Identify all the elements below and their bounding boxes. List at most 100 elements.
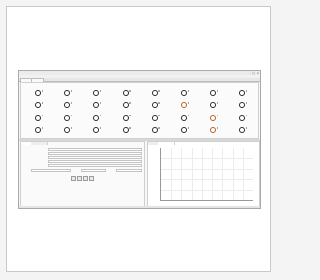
well-marker [99, 114, 102, 117]
well-marker [187, 127, 189, 129]
chart-gridline [161, 189, 253, 191]
properties-panel [20, 141, 145, 207]
status-bar [19, 206, 260, 208]
plate-well[interactable] [64, 114, 71, 121]
well-marker [158, 102, 160, 104]
chart-gridline [212, 148, 214, 200]
text-field[interactable] [116, 169, 142, 172]
plate-well[interactable] [181, 102, 187, 109]
nav-button-4[interactable] [89, 176, 94, 181]
nav-button-3[interactable] [83, 176, 88, 181]
plate-well[interactable] [93, 102, 100, 109]
plate-well[interactable] [210, 90, 217, 96]
plate-well[interactable] [239, 102, 246, 109]
chart-gridline [161, 179, 253, 181]
well-marker [99, 127, 102, 129]
well-marker [158, 114, 160, 117]
well-marker [158, 127, 160, 129]
plate-well[interactable] [151, 114, 158, 121]
text-field[interactable] [48, 164, 142, 167]
plate-well[interactable] [210, 127, 217, 134]
chart-gridline [191, 148, 193, 200]
text-field[interactable] [48, 148, 142, 151]
chart-gridline [171, 148, 173, 200]
text-field[interactable] [48, 152, 142, 155]
chart-gridline [242, 148, 244, 200]
well-marker [70, 90, 73, 92]
form-row [24, 156, 142, 159]
plate-well[interactable] [181, 127, 187, 134]
plate-well[interactable] [93, 114, 100, 121]
panel-tab-2[interactable] [31, 142, 48, 145]
plate-well[interactable] [35, 114, 41, 121]
plate-well[interactable] [93, 127, 100, 134]
well-marker [245, 114, 248, 117]
text-field[interactable] [48, 156, 142, 159]
plate-well[interactable] [181, 114, 187, 121]
chart-gridline [201, 148, 203, 200]
plate-well[interactable] [122, 102, 129, 109]
plate-well[interactable] [210, 114, 217, 121]
chart-gridline [161, 158, 253, 160]
well-marker [41, 114, 43, 117]
panel-tab-2[interactable] [158, 142, 175, 145]
chart-gridline [181, 148, 183, 200]
well-marker [158, 90, 160, 92]
well-marker [99, 102, 102, 104]
plate-well[interactable] [35, 90, 41, 96]
well-marker [70, 102, 73, 104]
nav-button-1[interactable] [71, 176, 76, 181]
nav-button-2[interactable] [77, 176, 82, 181]
well-marker [70, 127, 73, 129]
plate-well[interactable] [210, 102, 217, 109]
app-window: – □ × [18, 70, 261, 209]
plate-well[interactable] [122, 114, 129, 121]
well-marker [41, 127, 43, 129]
well-marker [187, 102, 189, 104]
text-field[interactable] [31, 169, 71, 172]
form-row [24, 152, 142, 155]
chart-plot-area [160, 148, 253, 201]
plate-well[interactable] [93, 90, 100, 96]
form-row [24, 164, 142, 167]
well-marker [129, 102, 131, 104]
form-row [24, 160, 142, 163]
plate-well[interactable] [64, 127, 71, 134]
well-marker [216, 102, 219, 104]
plate-well[interactable] [239, 114, 246, 121]
well-marker [216, 127, 219, 129]
plate-well[interactable] [181, 90, 187, 96]
form-row [24, 148, 142, 151]
plate-well[interactable] [122, 90, 129, 96]
plate-well[interactable] [35, 127, 41, 134]
well-marker [216, 114, 219, 117]
chart-gridline [161, 168, 253, 170]
well-marker [245, 127, 248, 129]
well-marker [187, 90, 189, 92]
text-field[interactable] [48, 160, 142, 163]
well-marker [129, 114, 131, 117]
plate-well[interactable] [151, 102, 158, 109]
plate-well[interactable] [239, 90, 246, 96]
plate-well[interactable] [151, 90, 158, 96]
plate-view [20, 82, 259, 139]
text-field[interactable] [81, 169, 106, 172]
well-marker [41, 102, 43, 104]
plate-well[interactable] [64, 102, 71, 109]
plate-well[interactable] [64, 90, 71, 96]
plate-well[interactable] [35, 102, 41, 109]
plate-well[interactable] [151, 127, 158, 134]
well-marker [41, 90, 43, 92]
plate-well[interactable] [122, 127, 129, 134]
well-marker [216, 90, 219, 92]
well-marker [129, 90, 131, 92]
well-marker [245, 102, 248, 104]
well-marker [129, 127, 131, 129]
well-marker [187, 114, 189, 117]
chart-gridline [232, 148, 234, 200]
plate-well[interactable] [239, 127, 246, 134]
well-marker [245, 90, 248, 92]
chart-panel [147, 141, 260, 207]
well-marker [70, 114, 73, 117]
well-marker [99, 90, 102, 92]
